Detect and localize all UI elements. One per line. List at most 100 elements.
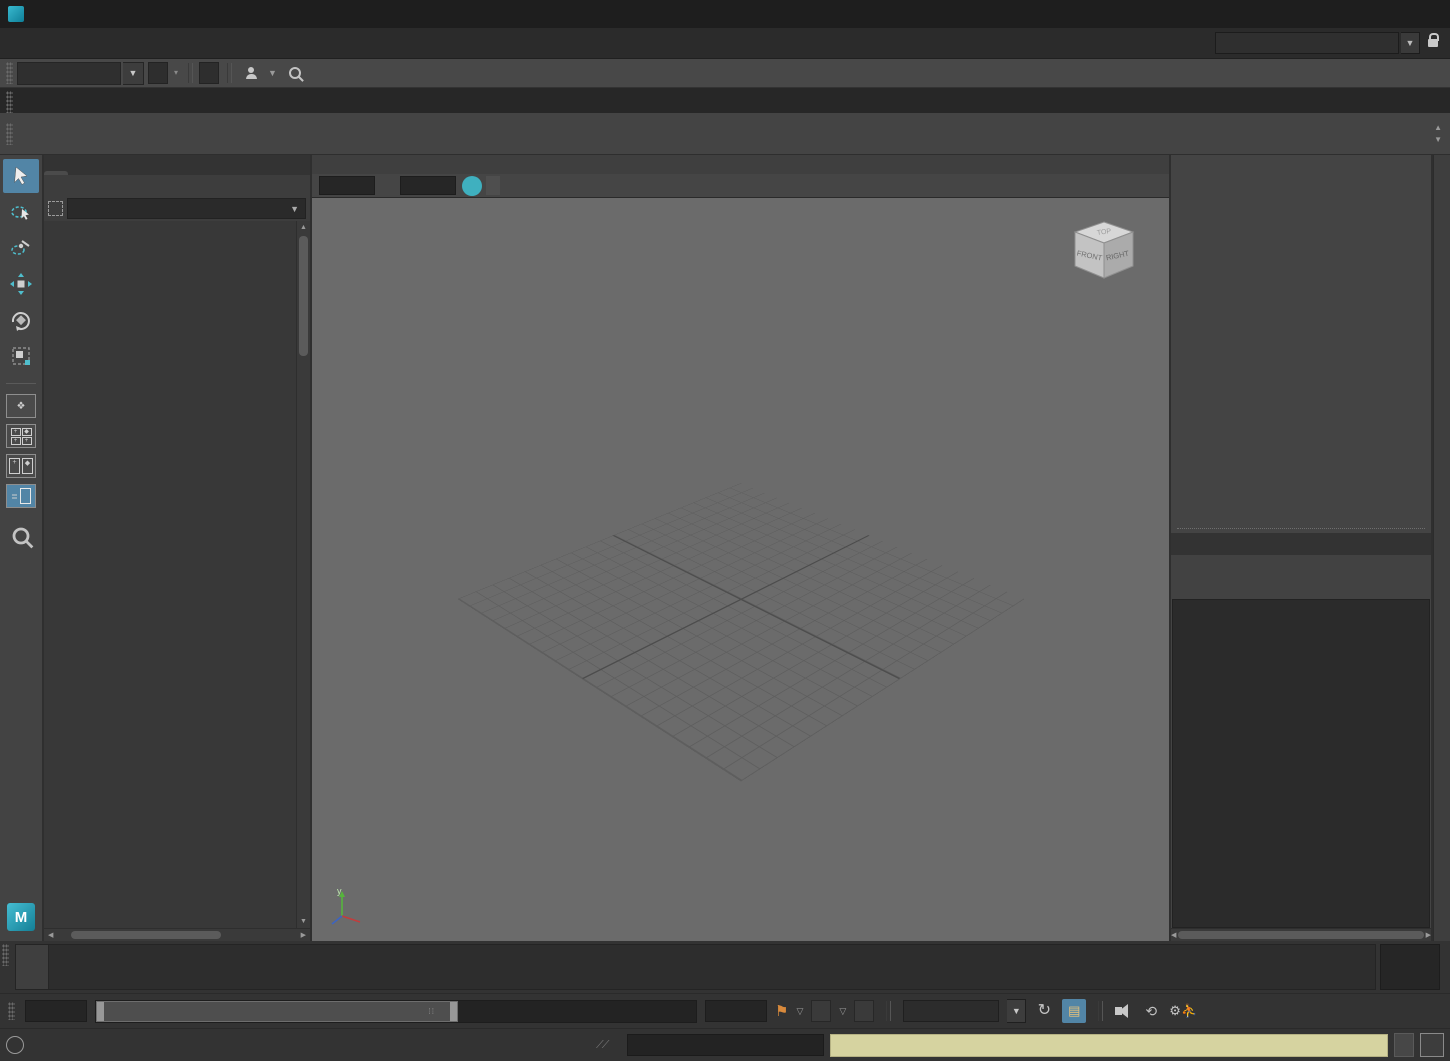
mute-audio-icon[interactable] [1115,1003,1133,1019]
outliner-panel: ▼ ▲ ▼ ◀ ▶ [44,155,310,941]
shelf-tab-bar [0,88,1450,113]
axis-gizmo: y [328,884,372,931]
scroll-right-icon[interactable]: ▶ [1426,928,1431,942]
anim-layer-dropdown-icon[interactable]: ▽ [839,1006,846,1017]
scrollbar-thumb[interactable] [299,236,308,356]
shelf-scroll-arrows[interactable]: ▲ ▼ [1434,123,1446,144]
panel-splitter[interactable] [1177,528,1425,529]
status-line: ▼ ▾ ▼ [0,59,1450,88]
title-bar [0,0,1450,28]
script-editor-icon[interactable] [1420,1033,1444,1057]
fps-dropdown-arrow[interactable]: ▼ [1007,999,1026,1023]
range-bar-grip[interactable]: ⁞⁞ [429,1007,435,1016]
animation-start-field[interactable] [25,1000,87,1022]
playback-controls [1444,944,1448,990]
shelf-grip[interactable] [6,91,13,113]
toolbox: ❖ +◆++ +◆ ≣ M [0,155,42,941]
maya-logo-icon [8,6,24,22]
fps-select[interactable] [903,1000,999,1022]
workspace-lock-icon[interactable] [1428,39,1438,47]
layer-list[interactable] [1172,599,1430,928]
range-start-handle[interactable] [97,1002,104,1021]
warning-message[interactable] [830,1034,1388,1057]
current-time-marker[interactable] [16,945,49,989]
workspace-dropdown-arrow[interactable]: ▼ [1401,32,1420,54]
scroll-up-icon[interactable]: ▲ [300,221,307,234]
character-set-field[interactable] [811,1000,831,1022]
time-slider-grip[interactable] [2,944,9,966]
shelf-scroll-down-icon[interactable]: ▼ [1434,135,1442,144]
toolbox-separator [6,383,36,384]
lasso-select-tool[interactable] [3,195,39,229]
paint-select-tool[interactable] [3,231,39,265]
dock-grip[interactable] [6,62,13,84]
playback-loop-icon[interactable]: ↻ [1034,1001,1054,1021]
bookmark-icon[interactable]: ⚑ [775,1002,788,1020]
contrast-field[interactable] [400,176,456,195]
animation-end-field[interactable] [705,1000,767,1022]
outliner-filter-icon[interactable] [48,201,63,216]
range-slider-track[interactable]: ⁞⁞ [95,1000,697,1023]
outliner-vertical-scrollbar[interactable]: ▲ ▼ [296,221,310,928]
four-pane-layout[interactable]: +◆++ [6,424,36,448]
scroll-down-icon[interactable]: ▼ [300,915,307,928]
scroll-right-icon[interactable]: ▶ [297,931,310,939]
search-icon[interactable] [285,63,305,83]
main-area: ❖ +◆++ +◆ ≣ M [0,155,1450,941]
animation-preferences-icon[interactable]: ⚙⛹ [1169,1003,1197,1019]
shelf-icons-grip[interactable] [6,123,13,145]
contrast-icon[interactable] [378,176,397,195]
maya-home-badge[interactable]: M [7,903,35,931]
two-pane-layout[interactable]: +◆ [6,454,36,478]
anim-layer-field[interactable] [854,1000,874,1022]
playblast-button[interactable]: ▤ [1062,999,1086,1023]
command-input[interactable] [627,1034,824,1056]
viewport-canvas[interactable]: TOP FRONT RIGHT y [312,198,1169,941]
command-line-grip[interactable]: ⟋⟋ [596,1039,607,1052]
command-line: ⟋⟋ [0,1028,1450,1061]
sign-in-button[interactable]: ▼ [238,62,283,84]
ground-grid [457,483,1024,781]
scale-tool[interactable] [3,339,39,373]
scroll-left-icon[interactable]: ◀ [44,931,57,939]
sync-icon[interactable]: ⟲ [1141,1001,1161,1021]
rotate-tool[interactable] [3,303,39,337]
playback-range-bar[interactable]: ⁞⁞ [96,1001,458,1022]
layer-horizontal-scrollbar[interactable]: ◀ ▶ [1171,928,1431,941]
view-transform-label[interactable] [486,176,500,195]
scrollbar-thumb[interactable] [1178,931,1423,939]
time-ruler[interactable] [15,944,1376,990]
outliner-menu [44,175,310,196]
workspace-select[interactable] [1215,32,1399,54]
move-tool[interactable] [3,267,39,301]
channel-box-menu [1171,175,1431,197]
svg-text:y: y [337,886,342,896]
layer-editor-icons [1171,576,1431,599]
time-slider [0,941,1450,993]
scrollbar-thumb[interactable] [71,931,221,939]
range-grip[interactable] [8,1002,15,1020]
help-icon[interactable] [6,1036,24,1054]
menu-set-select[interactable] [17,62,121,85]
layer-editor-menu [1171,555,1431,576]
outliner-search-dropdown-icon[interactable]: ▼ [290,204,299,214]
outliner-persp-layout[interactable]: ≣ [6,484,36,508]
view-cube[interactable]: TOP FRONT RIGHT [1067,216,1141,297]
live-surface-dropdown-arrow[interactable]: ▾ [170,63,182,83]
scroll-left-icon[interactable]: ◀ [1171,928,1176,942]
range-end-handle[interactable] [450,1002,457,1021]
menu-set-dropdown-arrow[interactable]: ▼ [123,62,144,85]
shelf-scroll-up-icon[interactable]: ▲ [1434,123,1442,132]
outliner-horizontal-scrollbar[interactable]: ◀ ▶ [44,928,310,941]
zoom-tool-icon[interactable] [7,522,35,550]
select-tool[interactable] [3,159,39,193]
current-frame-field[interactable] [1380,944,1440,990]
exposure-field[interactable] [319,176,375,195]
single-pane-layout[interactable]: ❖ [6,394,36,418]
color-management-toggle[interactable] [462,176,482,196]
character-set-dropdown-icon[interactable]: ▽ [796,1006,803,1017]
symmetry-field[interactable] [199,62,219,84]
more-info-button[interactable] [1394,1033,1414,1057]
live-surface-field[interactable] [148,62,168,84]
outliner-search-input[interactable] [74,202,286,216]
